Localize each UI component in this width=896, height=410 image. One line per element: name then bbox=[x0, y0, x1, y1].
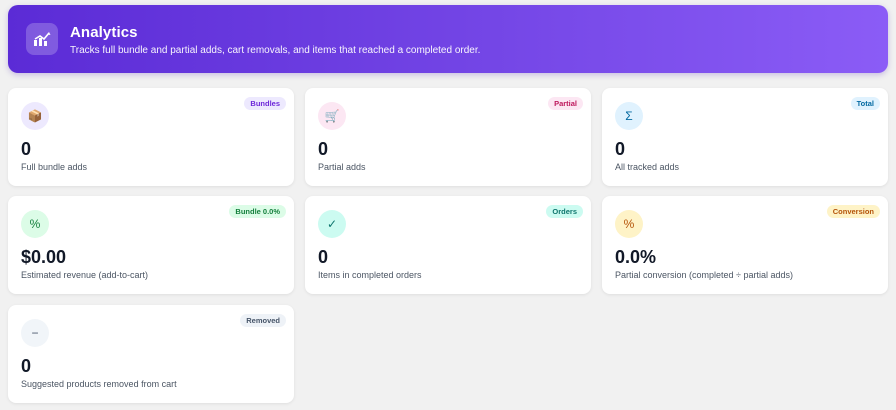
stat-badge: Total bbox=[850, 97, 880, 110]
package-icon: 📦 bbox=[21, 102, 49, 130]
stat-badge: Removed bbox=[240, 314, 286, 327]
page-title: Analytics bbox=[70, 24, 138, 41]
sigma-icon: Σ bbox=[615, 102, 643, 130]
stat-label: Partial adds bbox=[318, 162, 366, 172]
stat-label: Partial conversion (completed ÷ partial … bbox=[615, 270, 794, 280]
stat-card-completed-orders: ✓ Orders 0 Items in completed orders bbox=[305, 196, 591, 294]
stat-value: $0.00 bbox=[21, 247, 67, 267]
page-subtitle: Tracks full bundle and partial adds, car… bbox=[70, 45, 481, 56]
stat-label: Full bundle adds bbox=[21, 162, 88, 172]
stat-label: All tracked adds bbox=[615, 162, 680, 172]
stat-badge: Partial bbox=[548, 97, 583, 110]
stat-value: 0.0% bbox=[615, 247, 657, 267]
stat-badge: Bundle 0.0% bbox=[229, 205, 286, 218]
percent-icon: % bbox=[615, 210, 643, 238]
stat-badge: Conversion bbox=[826, 205, 880, 218]
stat-card-partial-adds: 🛒 Partial 0 Partial adds bbox=[305, 88, 591, 186]
stat-card-full-bundle-adds: 📦 Bundles 0 Full bundle adds bbox=[8, 88, 294, 186]
minus-icon: − bbox=[21, 319, 49, 347]
stat-badge: Orders bbox=[546, 205, 583, 218]
stat-value: 0 bbox=[318, 247, 329, 267]
stat-card-removed-from-cart: − Removed 0 Suggested products removed f… bbox=[8, 305, 294, 403]
stat-value: 0 bbox=[615, 139, 626, 159]
checkmark-icon: ✓ bbox=[318, 210, 346, 238]
stat-value: 0 bbox=[21, 356, 32, 376]
stat-badge: Bundles bbox=[244, 97, 286, 110]
stat-label: Items in completed orders bbox=[318, 270, 422, 280]
stat-card-partial-conversion: % Conversion 0.0% Partial conversion (co… bbox=[602, 196, 888, 294]
percent-icon: % bbox=[21, 210, 49, 238]
chart-icon bbox=[26, 23, 58, 55]
stat-value: 0 bbox=[21, 139, 32, 159]
analytics-header: Analytics Tracks full bundle and partial… bbox=[8, 5, 888, 73]
stat-card-estimated-revenue: % Bundle 0.0% $0.00 Estimated revenue (a… bbox=[8, 196, 294, 294]
cart-icon: 🛒 bbox=[318, 102, 346, 130]
stat-value: 0 bbox=[318, 139, 329, 159]
stat-label: Estimated revenue (add-to-cart) bbox=[21, 270, 149, 280]
stat-card-all-tracked-adds: Σ Total 0 All tracked adds bbox=[602, 88, 888, 186]
stat-label: Suggested products removed from cart bbox=[21, 379, 177, 389]
